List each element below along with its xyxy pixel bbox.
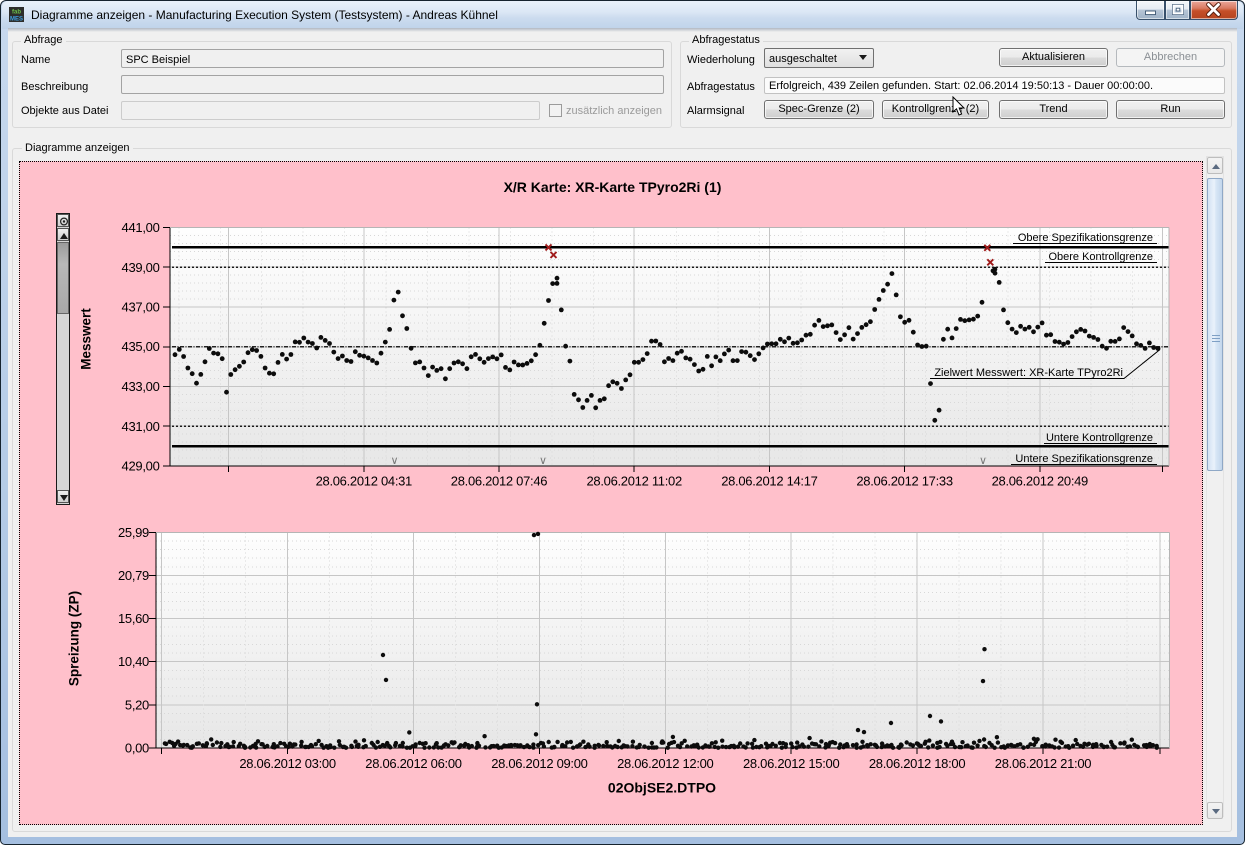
svg-text:MES: MES [10, 17, 23, 23]
svg-text:fab: fab [12, 10, 21, 16]
